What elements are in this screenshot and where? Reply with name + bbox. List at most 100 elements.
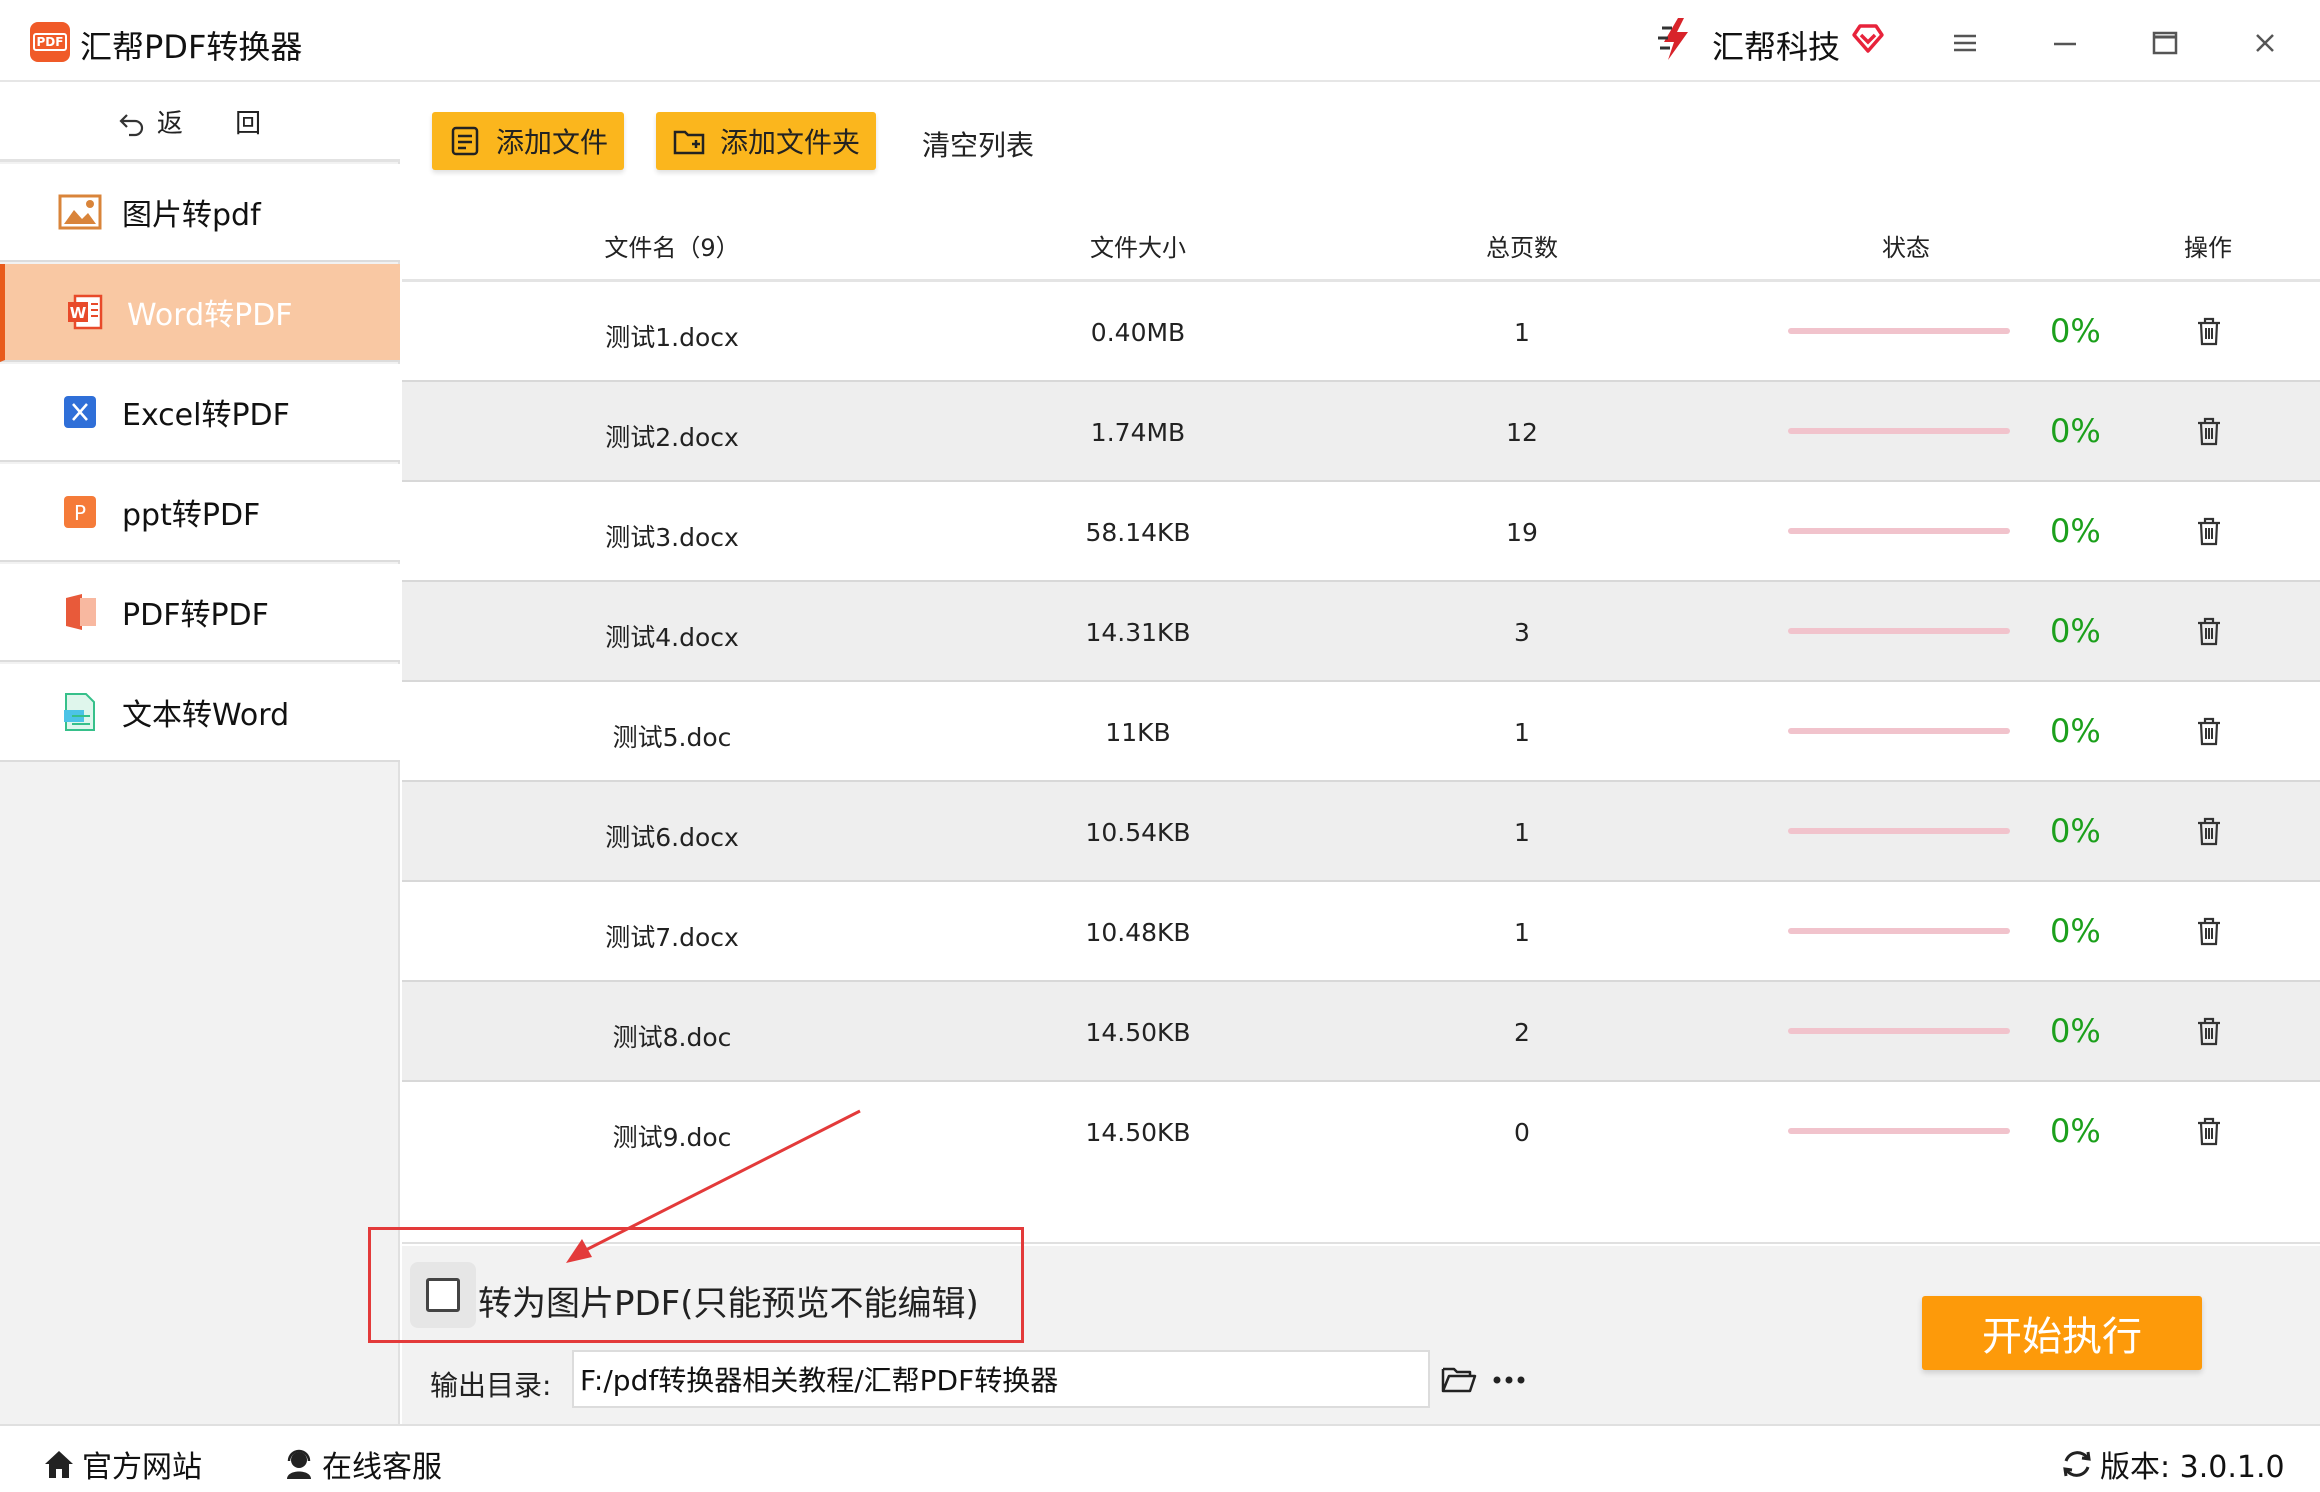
sidebar-item-word-to-pdf[interactable]: W Word转PDF	[0, 264, 400, 362]
annotation-highlight-box	[368, 1227, 1024, 1343]
svg-text:P: P	[74, 501, 86, 525]
add-folder-icon	[673, 130, 705, 155]
header-filename: 文件名（9）	[604, 234, 740, 262]
close-button[interactable]	[2240, 18, 2290, 68]
trash-icon[interactable]	[2192, 314, 2226, 348]
customer-service-icon	[287, 1449, 311, 1479]
sidebar-item-ppt-to-pdf[interactable]: P ppt转PDF	[0, 464, 400, 562]
sidebar-item-pdf-to-pdf[interactable]: PDF转PDF	[0, 564, 400, 662]
official-website-label: 官方网站	[82, 1450, 202, 1485]
file-size: 14.50KB	[1085, 1118, 1191, 1147]
progress-bar	[1788, 1028, 2010, 1034]
image-icon	[58, 190, 102, 234]
file-name: 测试9.doc	[612, 1123, 732, 1152]
progress-bar	[1788, 728, 2010, 734]
excel-icon	[58, 390, 102, 434]
trash-icon[interactable]	[2192, 614, 2226, 648]
maximize-button[interactable]	[2140, 18, 2190, 68]
table-row: 测试4.docx 14.31KB 3 0%	[402, 582, 2320, 682]
progress-percent: 0%	[2050, 612, 2101, 650]
start-button[interactable]: 开始执行	[1922, 1296, 2202, 1370]
page-count: 0	[1514, 1118, 1530, 1147]
progress-bar	[1788, 1128, 2010, 1134]
table-row: 测试7.docx 10.48KB 1 0%	[402, 882, 2320, 982]
page-count: 1	[1514, 318, 1530, 347]
sidebar-item-label: ppt转PDF	[122, 498, 261, 533]
output-dir-input[interactable]	[572, 1350, 1430, 1408]
online-support-link[interactable]: 在线客服	[282, 1442, 442, 1486]
output-dir-label: 输出目录:	[430, 1369, 552, 1402]
progress-percent: 0%	[2050, 312, 2101, 350]
back-arrow-icon	[119, 113, 143, 136]
table-row: 测试1.docx 0.40MB 1 0%	[402, 282, 2320, 382]
trash-icon[interactable]	[2192, 1014, 2226, 1048]
progress-bar	[1788, 928, 2010, 934]
word-icon: W	[63, 290, 107, 334]
progress-bar	[1788, 528, 2010, 534]
online-support-label: 在线客服	[322, 1450, 442, 1485]
page-count: 19	[1506, 518, 1538, 547]
refresh-icon[interactable]	[2060, 1447, 2094, 1481]
ppt-icon: P	[58, 490, 102, 534]
header-status: 状态	[1882, 234, 1930, 262]
page-count: 1	[1514, 918, 1530, 947]
add-folder-label: 添加文件夹	[720, 126, 861, 159]
app-logo-text: PDF	[32, 33, 68, 51]
page-count: 12	[1506, 418, 1538, 447]
trash-icon[interactable]	[2192, 514, 2226, 548]
trash-icon[interactable]	[2192, 814, 2226, 848]
sidebar-item-excel-to-pdf[interactable]: Excel转PDF	[0, 364, 400, 462]
header-pages: 总页数	[1486, 234, 1558, 262]
file-size: 14.50KB	[1085, 1018, 1191, 1047]
pdf-icon	[58, 590, 102, 634]
progress-bar	[1788, 328, 2010, 334]
table-row: 测试5.doc 11KB 1 0%	[402, 682, 2320, 782]
file-size: 10.48KB	[1085, 918, 1191, 947]
clear-list-button[interactable]: 清空列表	[922, 124, 1034, 164]
sidebar-item-text-to-word[interactable]: 文本转Word	[0, 664, 400, 762]
more-dots-icon[interactable]	[1490, 1360, 1528, 1398]
file-name: 测试3.docx	[605, 523, 739, 552]
file-name: 测试4.docx	[605, 623, 739, 652]
official-website-link[interactable]: 官方网站	[42, 1442, 202, 1486]
sidebar-item-label: Word转PDF	[127, 298, 293, 333]
add-folder-button[interactable]: 添加文件夹	[656, 112, 877, 170]
page-count: 1	[1514, 818, 1530, 847]
file-name: 测试1.docx	[605, 323, 739, 352]
file-name: 测试7.docx	[605, 923, 739, 952]
trash-icon[interactable]	[2192, 914, 2226, 948]
trash-icon[interactable]	[2192, 1114, 2226, 1148]
table-row: 测试8.doc 14.50KB 2 0%	[402, 982, 2320, 1082]
file-name: 测试6.docx	[605, 823, 739, 852]
sidebar-item-label: 图片转pdf	[122, 198, 261, 233]
file-size: 0.40MB	[1090, 318, 1186, 347]
sidebar-item-label: Excel转PDF	[122, 398, 290, 433]
page-count: 3	[1514, 618, 1530, 647]
sidebar-item-image-to-pdf[interactable]: 图片转pdf	[0, 164, 400, 262]
file-size: 10.54KB	[1085, 818, 1191, 847]
back-label: 返 回	[156, 109, 284, 139]
svg-text:W: W	[70, 304, 87, 322]
add-file-button[interactable]: 添加文件	[432, 112, 625, 170]
progress-percent: 0%	[2050, 812, 2101, 850]
menu-button[interactable]	[1940, 18, 1990, 68]
progress-bar	[1788, 628, 2010, 634]
sidebar: 返 回 图片转pdf W Word转PDF Excel转PDF P ppt转PD…	[0, 84, 400, 1424]
minimize-icon	[2054, 42, 2076, 46]
folder-open-icon[interactable]	[1440, 1360, 1478, 1398]
add-file-icon	[451, 126, 479, 156]
brand-logo-icon	[1658, 18, 1688, 60]
minimize-button[interactable]	[2040, 18, 2090, 68]
trash-icon[interactable]	[2192, 714, 2226, 748]
maximize-icon	[2152, 31, 2178, 55]
diamond-heart-icon[interactable]	[1850, 20, 1886, 56]
back-button[interactable]: 返 回	[0, 84, 400, 162]
text-doc-icon	[58, 690, 102, 734]
footer: 官方网站 在线客服 版本: 3.0.1.0	[0, 1424, 2320, 1492]
progress-percent: 0%	[2050, 412, 2101, 450]
hamburger-icon	[1954, 34, 1976, 52]
progress-percent: 0%	[2050, 1012, 2101, 1050]
trash-icon[interactable]	[2192, 414, 2226, 448]
table-header: 文件名（9） 文件大小 总页数 状态 操作	[402, 206, 2320, 282]
table-row: 测试2.docx 1.74MB 12 0%	[402, 382, 2320, 482]
